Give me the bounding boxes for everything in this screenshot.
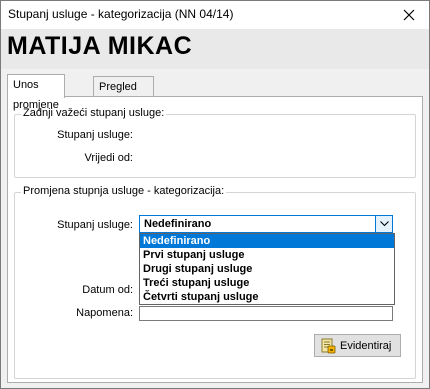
- current-level-label: Stupanj usluge:: [57, 129, 133, 141]
- person-banner: MATIJA MIKAC: [1, 29, 429, 69]
- change-level-label: Stupanj usluge:: [57, 219, 133, 231]
- close-icon: [403, 9, 415, 21]
- level-dropdown-list: Nedefinirano Prvi stupanj usluge Drugi s…: [139, 233, 395, 305]
- tab-pregled-evidencije[interactable]: Pregled evidencije: [93, 76, 154, 113]
- person-name: MATIJA MIKAC: [7, 32, 193, 60]
- change-level-group-title: Promjena stupnja usluge - kategorizacija…: [21, 185, 227, 197]
- register-icon: [320, 338, 336, 354]
- dialog-window: Stupanj usluge - kategorizacija (NN 04/1…: [0, 0, 430, 389]
- close-button[interactable]: [389, 1, 429, 29]
- window-title: Stupanj usluge - kategorizacija (NN 04/1…: [8, 7, 234, 21]
- tab-unos-promjene[interactable]: Unos promjene: [7, 74, 65, 111]
- chevron-down-icon: [379, 221, 389, 227]
- level-select-toggle[interactable]: [375, 216, 392, 232]
- evidentiraj-button[interactable]: Evidentiraj: [314, 334, 401, 357]
- current-level-group: Zadnji važeći stupanj usluge: Stupanj us…: [14, 107, 416, 178]
- level-option-nedefinirano[interactable]: Nedefinirano: [140, 234, 394, 248]
- level-select-value: Nedefinirano: [144, 218, 212, 230]
- level-option-treci[interactable]: Treći stupanj usluge: [140, 276, 394, 290]
- current-valid-from-label: Vrijedi od:: [84, 152, 133, 164]
- note-input[interactable]: [139, 306, 393, 321]
- title-bar: Stupanj usluge - kategorizacija (NN 04/1…: [1, 1, 429, 29]
- level-option-drugi[interactable]: Drugi stupanj usluge: [140, 262, 394, 276]
- level-select[interactable]: Nedefinirano: [139, 215, 393, 233]
- level-option-prvi[interactable]: Prvi stupanj usluge: [140, 248, 394, 262]
- note-label: Napomena:: [76, 307, 133, 319]
- evidentiraj-button-label: Evidentiraj: [340, 339, 392, 352]
- level-option-cetvrti[interactable]: Četvrti stupanj usluge: [140, 290, 394, 304]
- date-from-label: Datum od:: [82, 284, 133, 296]
